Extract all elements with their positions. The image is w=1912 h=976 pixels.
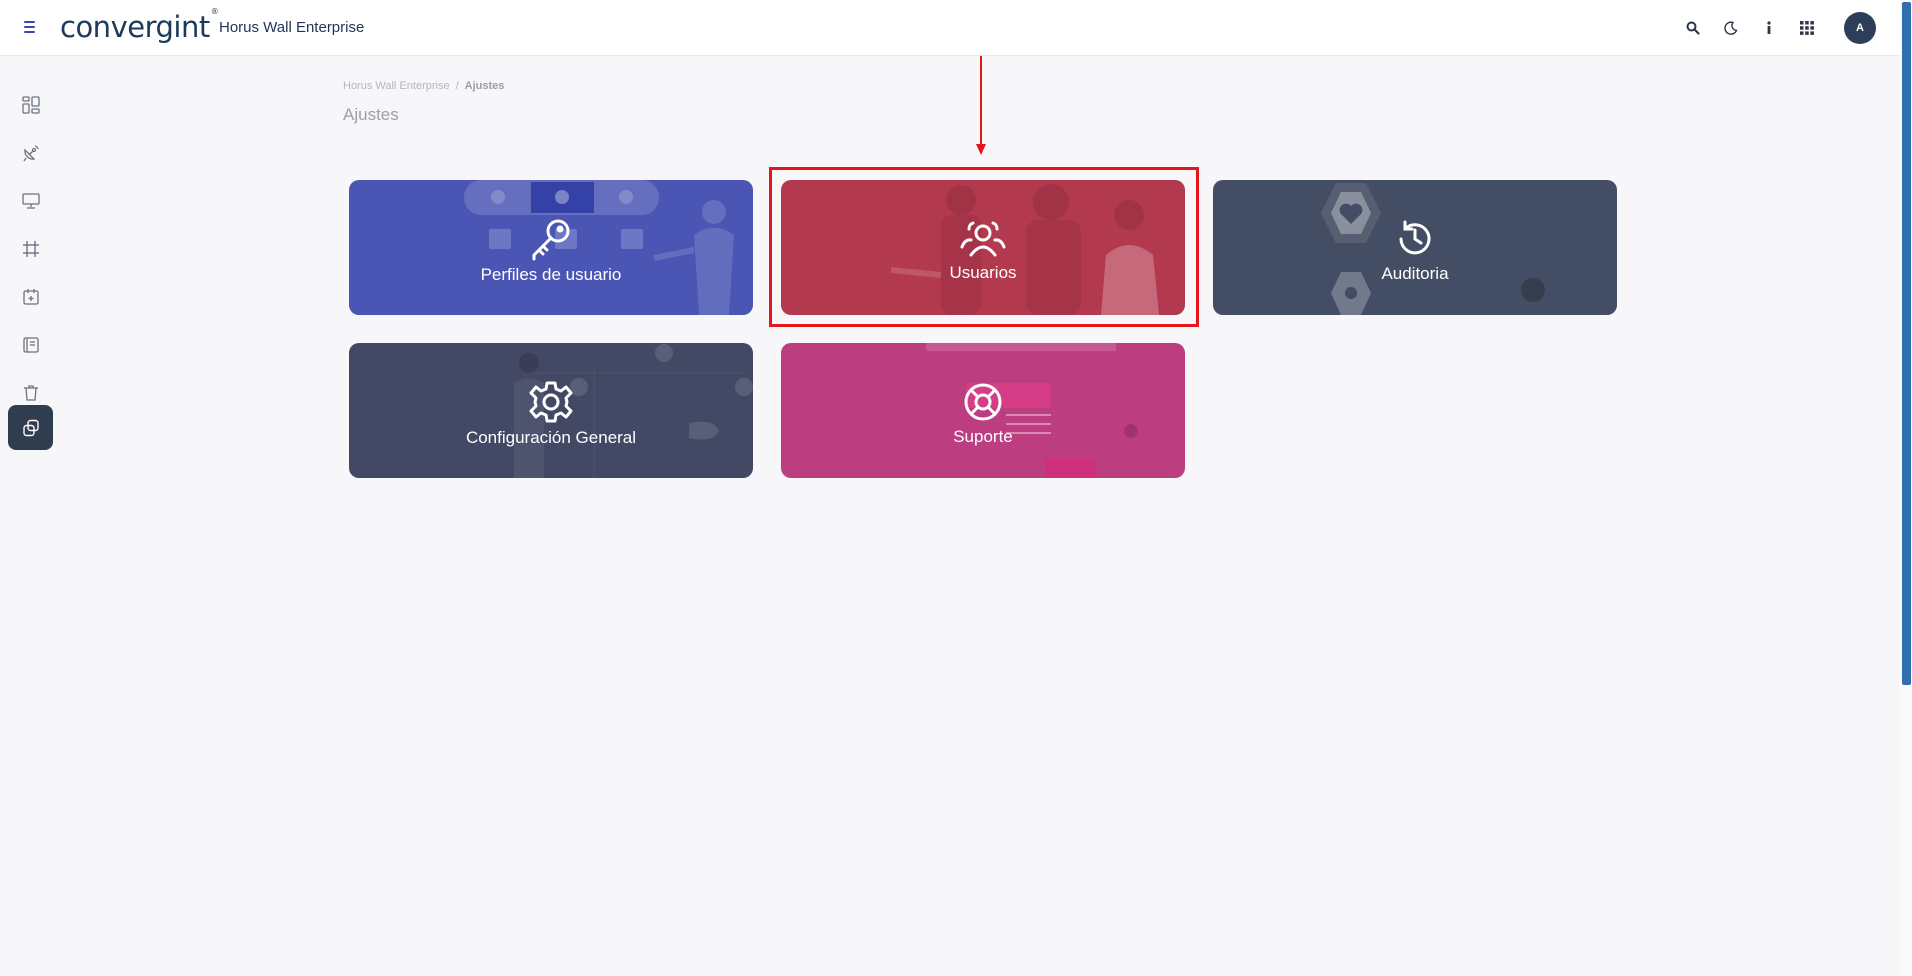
notebook-icon xyxy=(22,336,39,353)
breadcrumb-separator: / xyxy=(455,80,459,92)
search-icon[interactable] xyxy=(1682,17,1704,39)
breadcrumb: Horus Wall Enterprise / Ajustes xyxy=(343,80,504,92)
lifebuoy-icon xyxy=(964,383,1002,420)
trash-icon xyxy=(23,384,38,401)
calendar-plus-icon xyxy=(22,288,39,305)
apps-grid-icon[interactable] xyxy=(1796,17,1818,39)
scrollbar-thumb[interactable] xyxy=(1902,2,1911,685)
sidebar-item-monitor[interactable] xyxy=(8,178,53,223)
convergint-logo: convergint® xyxy=(60,7,219,44)
grid-frame-icon xyxy=(22,240,39,257)
card-suporte[interactable]: Suporte xyxy=(781,343,1185,478)
sidebar-item-calendar[interactable] xyxy=(8,274,53,319)
sidebar-item-layout[interactable] xyxy=(8,226,53,271)
sidebar-item-notes[interactable] xyxy=(8,322,53,367)
gear-icon xyxy=(529,381,573,422)
card-usuarios[interactable]: Usuarios xyxy=(781,180,1185,315)
key-icon xyxy=(532,219,570,260)
monitor-icon xyxy=(21,192,40,209)
info-icon[interactable] xyxy=(1758,17,1780,39)
card-perfiles-de-usuario[interactable]: Perfiles de usuario xyxy=(349,180,753,315)
breadcrumb-root[interactable]: Horus Wall Enterprise xyxy=(343,80,450,92)
sidebar-item-dashboard[interactable] xyxy=(8,82,53,127)
avatar[interactable]: A xyxy=(1844,12,1876,44)
dashboard-icon xyxy=(21,95,40,114)
annotation-arrow xyxy=(980,56,982,148)
hamburger-menu-icon[interactable] xyxy=(24,16,42,38)
app-title: Horus Wall Enterprise xyxy=(219,19,365,36)
copy-icon xyxy=(22,419,39,436)
sidebar-item-broadcast[interactable] xyxy=(8,130,53,175)
scrollbar[interactable] xyxy=(1900,0,1912,976)
card-label: Perfiles de usuario xyxy=(480,264,622,284)
card-label: Usuarios xyxy=(949,262,1017,282)
users-icon xyxy=(960,221,1006,256)
card-label: Suporte xyxy=(953,426,1013,446)
card-auditoria[interactable]: Auditoria xyxy=(1213,180,1617,315)
moon-icon[interactable] xyxy=(1720,17,1742,39)
sidebar xyxy=(0,56,60,974)
satellite-dish-icon xyxy=(22,144,39,161)
header-actions: A xyxy=(1682,12,1876,44)
top-bar: convergint® Horus Wall Enterprise A xyxy=(0,0,1900,56)
page-title: Ajustes xyxy=(343,105,399,124)
annotation-arrow-head xyxy=(976,144,986,155)
sidebar-item-settings[interactable] xyxy=(8,405,53,450)
history-icon xyxy=(1399,220,1431,254)
card-configuracion-general[interactable]: Configuración General xyxy=(349,343,753,478)
breadcrumb-current: Ajustes xyxy=(464,80,505,92)
card-label: Configuración General xyxy=(465,427,637,447)
card-label: Auditoria xyxy=(1381,263,1449,283)
